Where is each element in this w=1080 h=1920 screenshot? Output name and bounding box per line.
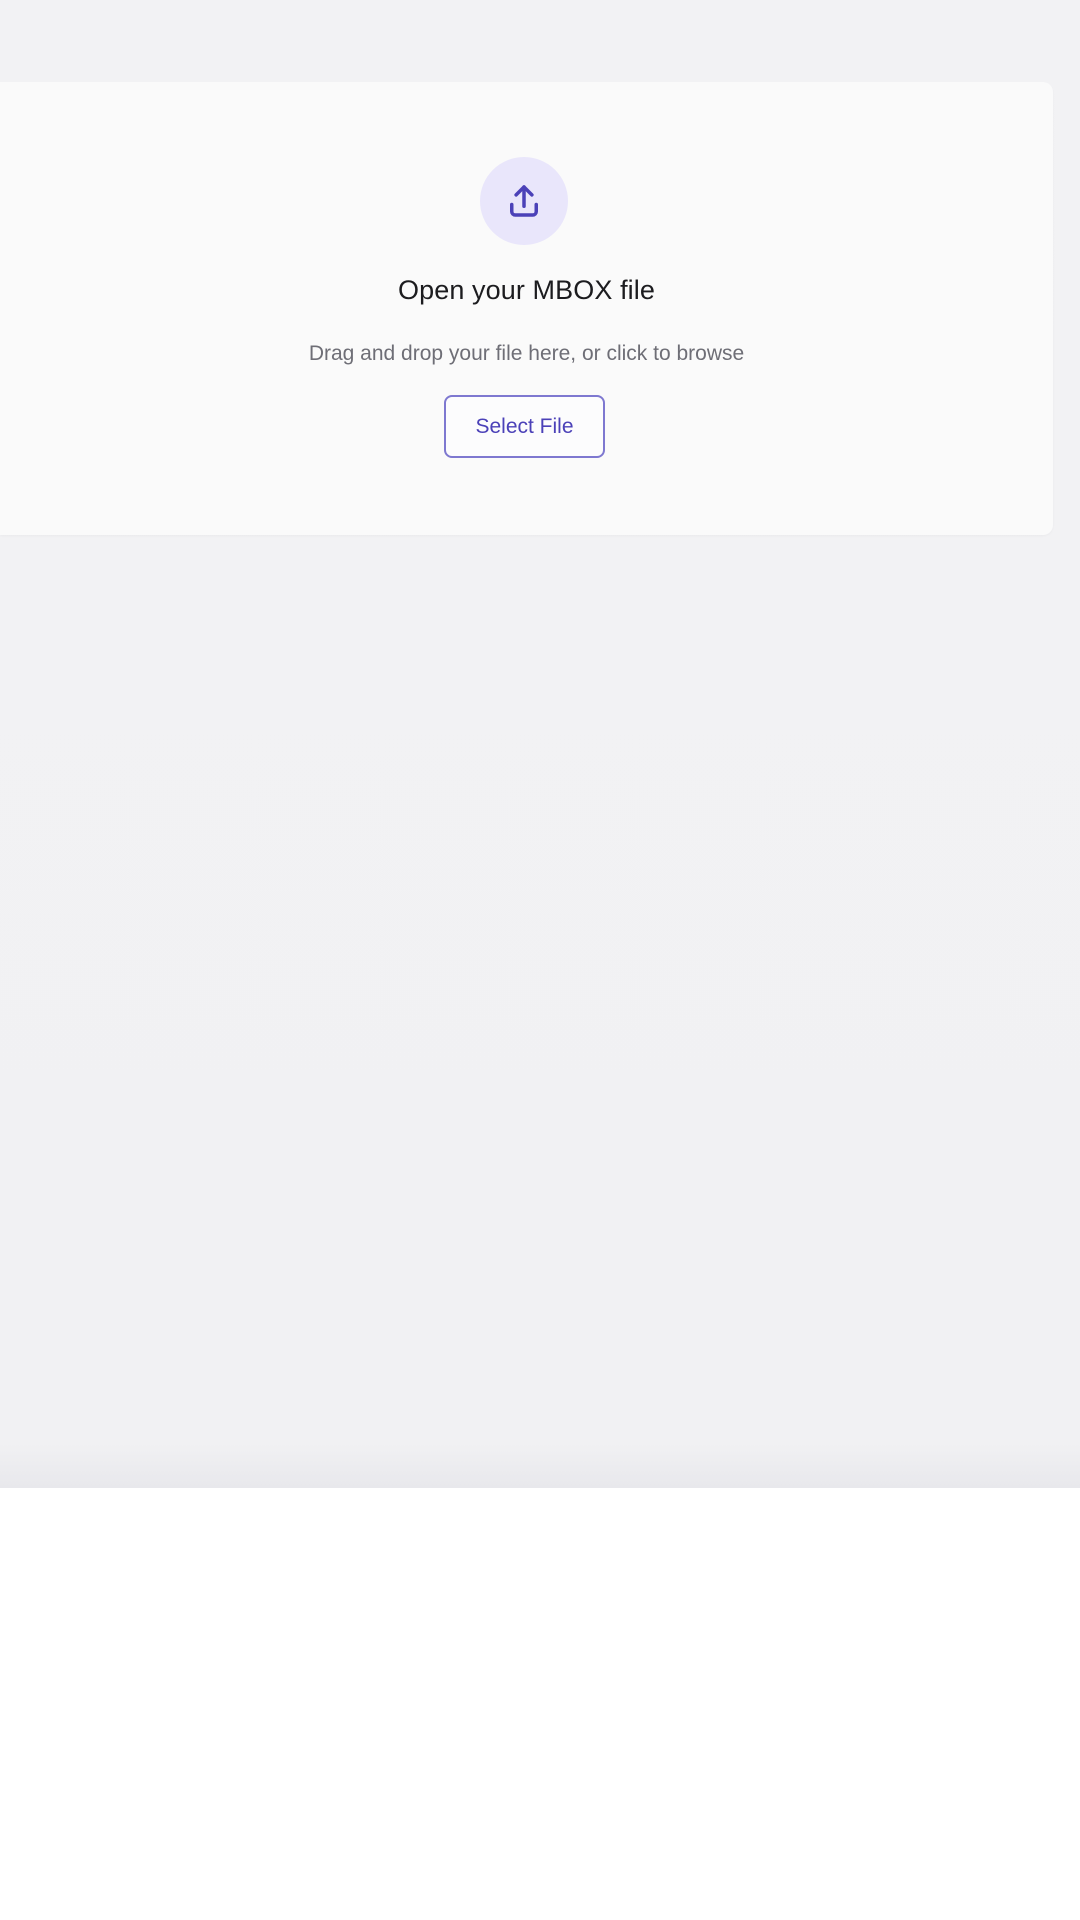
upload-icon-badge (480, 157, 568, 245)
app-surface: Open your MBOX file Drag and drop your f… (0, 0, 1080, 1488)
dropzone-title: Open your MBOX file (397, 275, 655, 305)
select-file-button[interactable]: Select File (444, 395, 605, 458)
dropzone-subtitle: Drag and drop your file here, or click t… (308, 342, 745, 365)
upload-icon (510, 185, 538, 217)
file-dropzone[interactable]: Open your MBOX file Drag and drop your f… (0, 82, 1053, 535)
